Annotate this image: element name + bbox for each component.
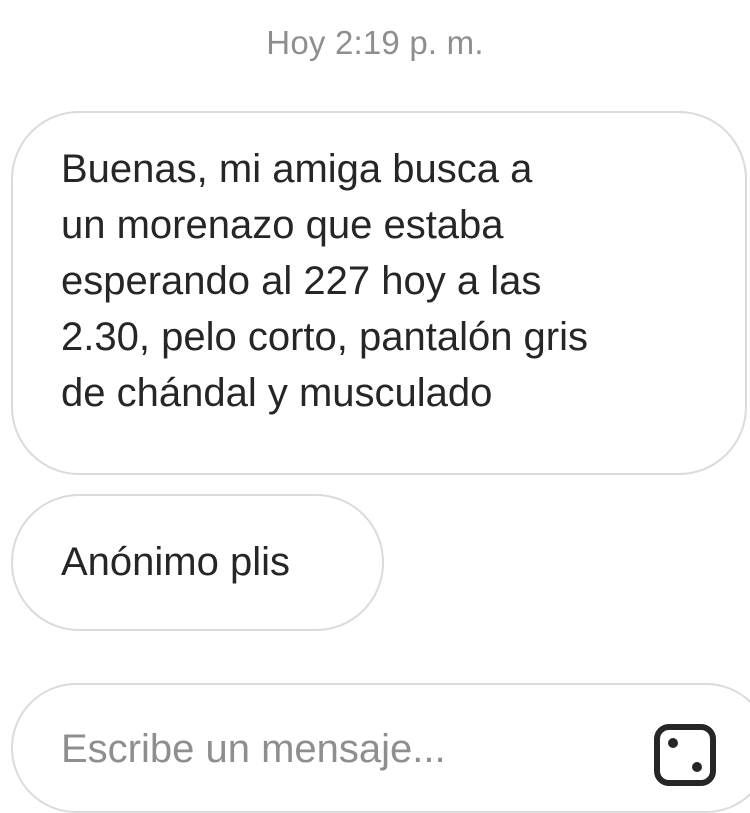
message-text: Buenas, mi amiga busca a un morenazo que… <box>61 141 721 421</box>
message-bubble[interactable]: Buenas, mi amiga busca a un morenazo que… <box>11 111 747 475</box>
message-line: Buenas, mi amiga busca a <box>61 147 533 191</box>
message-line: un morenazo que estaba <box>61 203 504 247</box>
gallery-icon[interactable] <box>651 721 719 789</box>
message-line: 2.30, pelo corto, pantalón gris <box>61 315 589 359</box>
message-line: esperando al 227 hoy a las <box>61 259 542 303</box>
message-bubble[interactable]: Anónimo plis <box>11 494 384 631</box>
message-text: Anónimo plis <box>61 540 291 584</box>
message-timestamp: Hoy 2:19 p. m. <box>266 24 484 61</box>
message-line: de chándal y musculado <box>61 371 493 415</box>
message-input-placeholder[interactable]: Escribe un mensaje... <box>61 727 446 772</box>
message-composer[interactable]: Escribe un mensaje... <box>11 683 750 813</box>
